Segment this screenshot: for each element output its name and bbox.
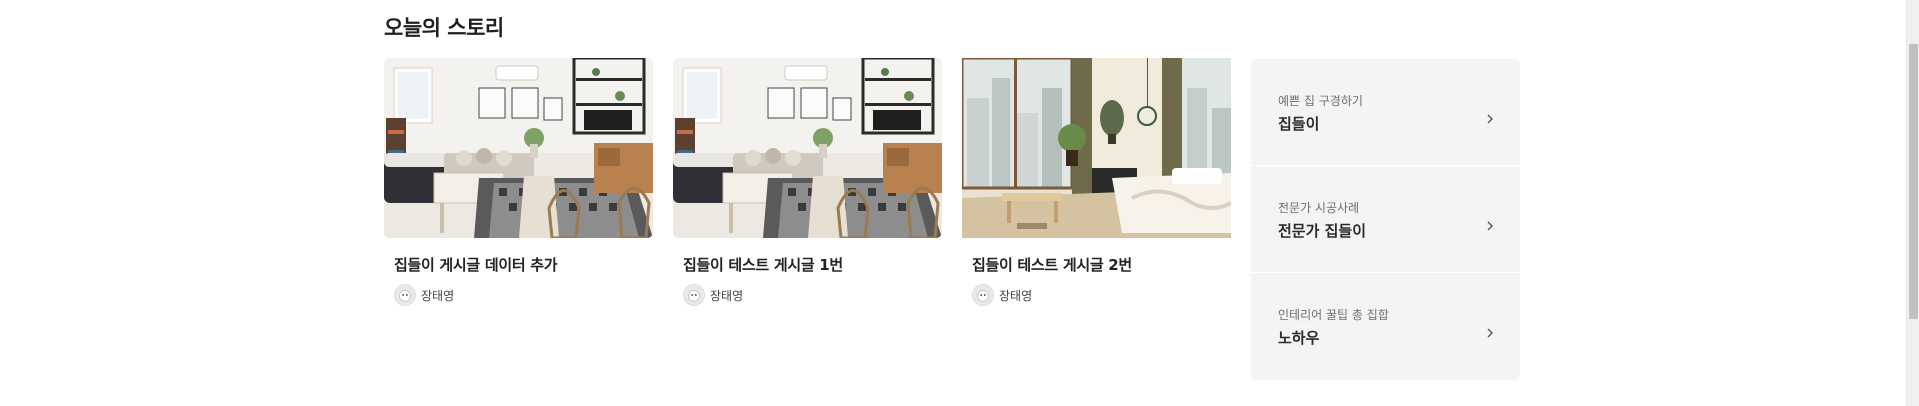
chevron-right-icon [1486,220,1494,232]
story-card[interactable]: 집들이 테스트 게시글 1번 장태영 [673,58,942,306]
story-title[interactable]: 집들이 테스트 게시글 2번 [972,254,1231,275]
chevron-right-icon [1486,113,1494,125]
side-menu-item-housewarming[interactable]: 예쁜 집 구경하기 집들이 [1251,59,1520,166]
story-author: 장태영 [683,284,942,306]
story-author: 장태영 [394,284,653,306]
story-title[interactable]: 집들이 게시글 데이터 추가 [394,254,653,275]
side-menu-subtitle: 예쁜 집 구경하기 [1278,94,1363,108]
author-name: 장태영 [999,288,1033,303]
side-menu-title: 집들이 [1278,115,1320,133]
story-thumbnail[interactable] [673,58,942,238]
bright-window-room-photo [962,58,1231,238]
vertical-scrollbar[interactable] [1906,0,1919,406]
story-thumbnail[interactable] [962,58,1231,238]
story-card[interactable]: 집들이 게시글 데이터 추가 장태영 [384,58,653,306]
avatar-icon [972,284,994,306]
chevron-right-icon [1486,327,1494,339]
side-menu-subtitle: 전문가 시공사례 [1278,201,1360,215]
page: 오늘의 스토리 집들이 게시글 데이터 추가 장태영 집들이 테스트 게시글 1… [0,0,1919,406]
scrollbar-thumb[interactable] [1909,44,1918,319]
side-menu-title: 전문가 집들이 [1278,222,1367,240]
story-title[interactable]: 집들이 테스트 게시글 1번 [683,254,942,275]
section-title: 오늘의 스토리 [384,16,504,40]
avatar-icon [394,284,416,306]
author-name: 장태영 [710,288,744,303]
story-card[interactable]: 집들이 테스트 게시글 2번 장태영 [962,58,1231,306]
story-author: 장태영 [972,284,1231,306]
category-side-menu: 예쁜 집 구경하기 집들이 전문가 시공사례 전문가 집들이 인테리어 꿀팁 총… [1251,59,1520,380]
living-room-photo [673,58,942,238]
side-menu-item-knowhow[interactable]: 인테리어 꿀팁 총 집합 노하우 [1251,273,1520,380]
side-menu-subtitle: 인테리어 꿀팁 총 집합 [1278,308,1389,322]
story-card-list: 집들이 게시글 데이터 추가 장태영 집들이 테스트 게시글 1번 장태영 집들… [384,58,1231,306]
story-thumbnail[interactable] [384,58,653,238]
author-name: 장태영 [421,288,455,303]
living-room-photo [384,58,653,238]
avatar-icon [683,284,705,306]
side-menu-title: 노하우 [1278,329,1320,347]
side-menu-item-expert-housewarming[interactable]: 전문가 시공사례 전문가 집들이 [1251,166,1520,273]
